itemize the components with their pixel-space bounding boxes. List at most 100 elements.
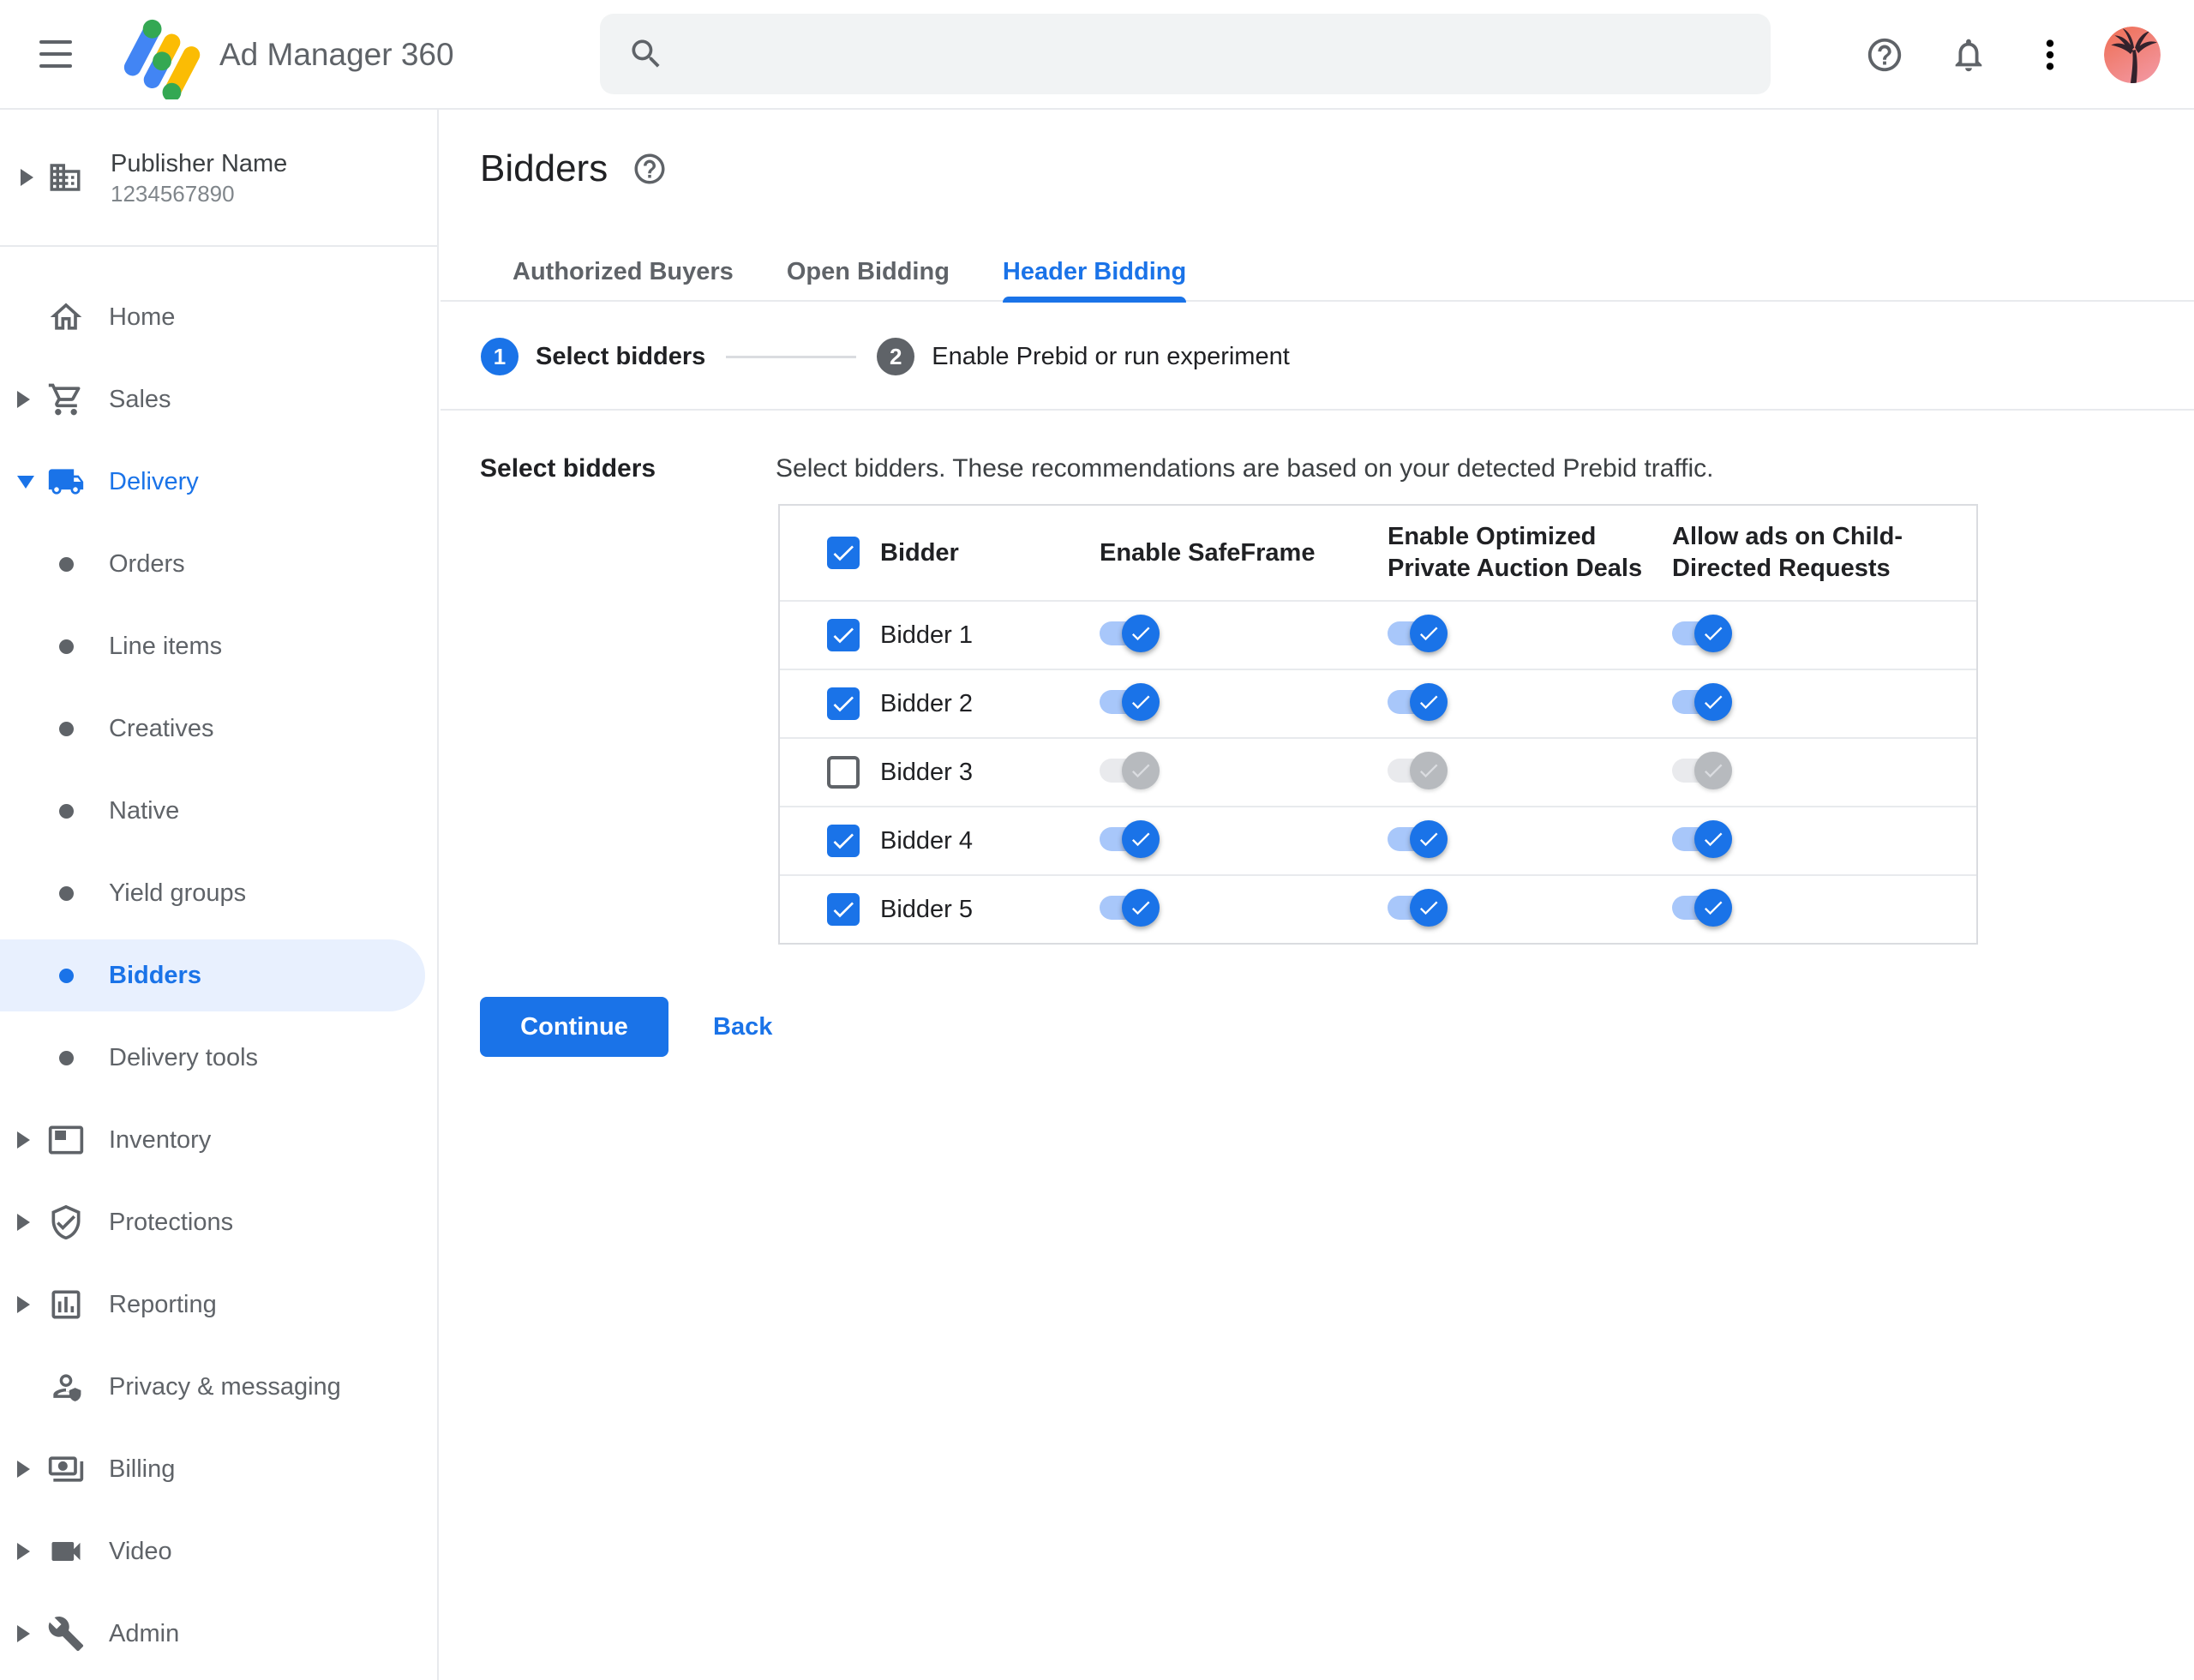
- sidebar-item-label: Yield groups: [109, 879, 247, 907]
- row-checkbox[interactable]: [827, 825, 860, 857]
- bidder-name: Bidder 5: [880, 895, 974, 923]
- section-description: Select bidders. These recommendations ar…: [776, 454, 1714, 483]
- sidebar-item-admin[interactable]: Admin: [0, 1593, 439, 1675]
- child-directed-toggle[interactable]: [1672, 682, 1732, 721]
- sidebar-item-label: Protections: [109, 1208, 234, 1236]
- safeframe-toggle[interactable]: [1100, 682, 1160, 721]
- toggle-thumb: [1694, 888, 1732, 927]
- bullet-icon: [58, 639, 74, 654]
- table-row: Bidder 3: [780, 737, 1976, 806]
- publisher-switcher[interactable]: Publisher Name 1234567890: [0, 110, 439, 247]
- search-bar[interactable]: [600, 14, 1771, 94]
- toggle-thumb: [1694, 751, 1732, 789]
- step-enable-prebid: 2 Enable Prebid or run experiment: [877, 338, 1290, 375]
- stepper-connector: [726, 355, 857, 358]
- sidebar-item-delivery-tools[interactable]: Delivery tools: [0, 1017, 439, 1099]
- sidebar-item-reporting[interactable]: Reporting: [0, 1263, 439, 1346]
- expand-caret-icon: [17, 1543, 30, 1560]
- expand-caret-icon: [17, 1214, 30, 1231]
- sidebar-item-label: Line items: [109, 632, 223, 660]
- top-app-bar: Ad Manager 360: [0, 0, 2194, 110]
- toggle-thumb: [1122, 751, 1160, 789]
- child-directed-toggle[interactable]: [1672, 751, 1732, 789]
- sidebar-item-protections[interactable]: Protections: [0, 1181, 439, 1263]
- row-checkbox[interactable]: [827, 893, 860, 926]
- safeframe-toggle[interactable]: [1100, 819, 1160, 858]
- publisher-name: Publisher Name: [111, 150, 288, 177]
- sidebar-item-label: Admin: [109, 1619, 180, 1647]
- sidebar-item-label: Native: [109, 796, 180, 825]
- section-label: Select bidders: [480, 454, 656, 483]
- sidebar-item-home[interactable]: Home: [0, 276, 439, 358]
- search-icon: [632, 39, 660, 68]
- row-checkbox[interactable]: [827, 756, 860, 789]
- search-input[interactable]: [665, 15, 1771, 93]
- building-icon: [50, 164, 81, 191]
- bidder-name: Bidder 2: [880, 689, 974, 717]
- video-camera-icon: [51, 1542, 81, 1561]
- user-avatar[interactable]: [2104, 27, 2161, 83]
- sidebar-item-label: Sales: [109, 385, 171, 413]
- inventory-icon: [48, 1125, 84, 1155]
- truck-icon: [48, 469, 84, 495]
- column-header-bidder: Bidder: [880, 538, 959, 567]
- step-number-badge: 1: [481, 338, 519, 375]
- auction-deals-toggle[interactable]: [1388, 751, 1448, 789]
- safeframe-toggle[interactable]: [1100, 614, 1160, 652]
- sidebar-item-line-items[interactable]: Line items: [0, 605, 439, 687]
- bullet-icon: [58, 885, 74, 901]
- toggle-thumb: [1694, 614, 1732, 652]
- collapse-caret-icon: [17, 475, 34, 489]
- toggle-thumb: [1122, 819, 1160, 858]
- bullet-icon: [58, 556, 74, 572]
- sidebar-item-label: Privacy & messaging: [109, 1372, 341, 1401]
- page-title: Bidders: [480, 147, 608, 189]
- tab-open-bidding[interactable]: Open Bidding: [787, 251, 950, 301]
- auction-deals-toggle[interactable]: [1388, 819, 1448, 858]
- sidebar-item-label: Delivery tools: [109, 1043, 259, 1071]
- main-content: Bidders Authorized Buyers Open Bidding H…: [441, 110, 2194, 1680]
- select-all-checkbox[interactable]: [827, 537, 860, 569]
- more-options-kebab-icon[interactable]: [2030, 35, 2070, 75]
- child-directed-toggle[interactable]: [1672, 888, 1732, 927]
- auction-deals-toggle[interactable]: [1388, 682, 1448, 721]
- step-label: Enable Prebid or run experiment: [932, 342, 1290, 370]
- sidebar-item-video[interactable]: Video: [0, 1510, 439, 1593]
- sidebar-item-delivery[interactable]: Delivery: [0, 441, 439, 523]
- sidebar-item-creatives[interactable]: Creatives: [0, 687, 439, 770]
- child-directed-toggle[interactable]: [1672, 819, 1732, 858]
- auction-deals-toggle[interactable]: [1388, 614, 1448, 652]
- sidebar-item-bidders[interactable]: Bidders: [0, 934, 439, 1017]
- page-help-icon[interactable]: [632, 151, 668, 187]
- help-icon[interactable]: [1865, 35, 1904, 75]
- toggle-thumb: [1410, 751, 1448, 789]
- publisher-id: 1234567890: [111, 181, 235, 207]
- sidebar-item-native[interactable]: Native: [0, 770, 439, 852]
- child-directed-toggle[interactable]: [1672, 614, 1732, 652]
- safeframe-toggle[interactable]: [1100, 751, 1160, 789]
- sidebar-item-orders[interactable]: Orders: [0, 523, 439, 605]
- bidder-name: Bidder 3: [880, 758, 974, 786]
- row-checkbox[interactable]: [827, 619, 860, 651]
- safeframe-toggle[interactable]: [1100, 888, 1160, 927]
- table-row: Bidder 5: [780, 874, 1976, 943]
- auction-deals-toggle[interactable]: [1388, 888, 1448, 927]
- row-checkbox[interactable]: [827, 687, 860, 720]
- sidebar-item-privacy-messaging[interactable]: Privacy & messaging: [0, 1346, 439, 1428]
- sidebar-item-inventory[interactable]: Inventory: [0, 1099, 439, 1181]
- tab-authorized-buyers[interactable]: Authorized Buyers: [513, 251, 734, 301]
- sidebar-item-label: Bidders: [109, 961, 201, 989]
- continue-button[interactable]: Continue: [480, 997, 668, 1057]
- toggle-thumb: [1410, 614, 1448, 652]
- column-header-child-directed: Allow ads on Child-Directed Requests: [1672, 523, 1903, 582]
- back-link[interactable]: Back: [713, 1013, 772, 1041]
- tab-header-bidding[interactable]: Header Bidding: [1002, 251, 1187, 303]
- sidebar-item-yield-groups[interactable]: Yield groups: [0, 852, 439, 934]
- bullet-icon: [58, 1050, 74, 1065]
- sidebar-item-billing[interactable]: Billing: [0, 1428, 439, 1510]
- menu-hamburger-icon[interactable]: [39, 37, 72, 73]
- sidebar-item-sales[interactable]: Sales: [0, 358, 439, 441]
- home-icon: [50, 303, 82, 330]
- notifications-bell-icon[interactable]: [1949, 35, 1988, 75]
- cart-icon: [48, 383, 81, 416]
